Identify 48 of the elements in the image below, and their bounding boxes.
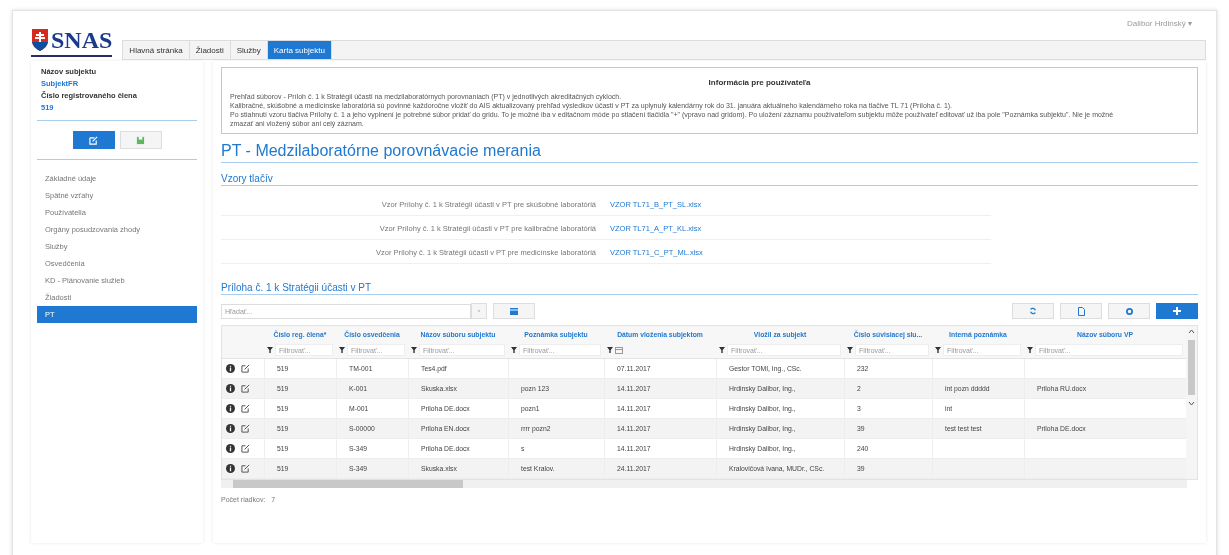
filter-icon [935,347,941,353]
filter-icon [267,347,273,353]
logo: SNAS [51,28,113,52]
columns-button[interactable] [493,303,535,319]
save-icon [136,135,145,145]
plus-icon [1173,307,1181,315]
edit-icon[interactable] [241,424,250,433]
edit-icon[interactable] [241,384,250,393]
filter-icon [719,347,725,353]
info-icon[interactable] [226,464,235,473]
info-icon[interactable] [226,384,235,393]
section-title: Príloha č. 1 k Stratégii účasti v PT [221,282,1198,295]
document-icon [1077,306,1085,316]
nav-tab[interactable]: Karta subjektu [267,41,332,59]
section-title: Vzory tlačív [221,173,1198,186]
refresh-icon [1029,307,1037,315]
table-icon [510,307,518,315]
filter-icon [511,347,517,353]
edit-icon[interactable] [241,444,250,453]
user-menu[interactable]: Dalibor Hrdinský ▾ [1127,19,1192,28]
settings-icon [1125,307,1133,315]
filter-icon [607,347,613,353]
edit-icon[interactable] [241,364,250,373]
filter-icon [339,347,345,353]
scroll-down-icon[interactable] [1188,401,1195,406]
shield-icon [31,28,49,52]
page-title: PT - Medzilaboratórne porovnávacie merania [221,142,1198,163]
edit-button[interactable] [72,131,115,149]
scroll-up-icon[interactable] [1188,329,1195,334]
horizontal-scrollbar[interactable] [221,480,1187,488]
info-icon[interactable] [226,364,235,373]
filter-icon [1027,347,1033,353]
info-icon[interactable] [226,444,235,453]
filter-icon [847,347,853,353]
scroll-thumb[interactable] [233,480,463,488]
edit-icon[interactable] [241,464,250,473]
vertical-scrollbar[interactable] [1186,326,1197,479]
edit-icon[interactable] [241,404,250,413]
export-button[interactable] [1060,303,1102,319]
info-icon[interactable] [226,404,235,413]
info-title: Informácia pre používateľa [708,78,811,87]
add-button[interactable] [1156,303,1198,319]
calendar-icon[interactable] [615,346,623,354]
info-icon[interactable] [226,424,235,433]
settings-button[interactable] [1108,303,1150,319]
filter-icon [411,347,417,353]
scroll-thumb[interactable] [1188,340,1195,395]
edit-icon [89,135,98,145]
